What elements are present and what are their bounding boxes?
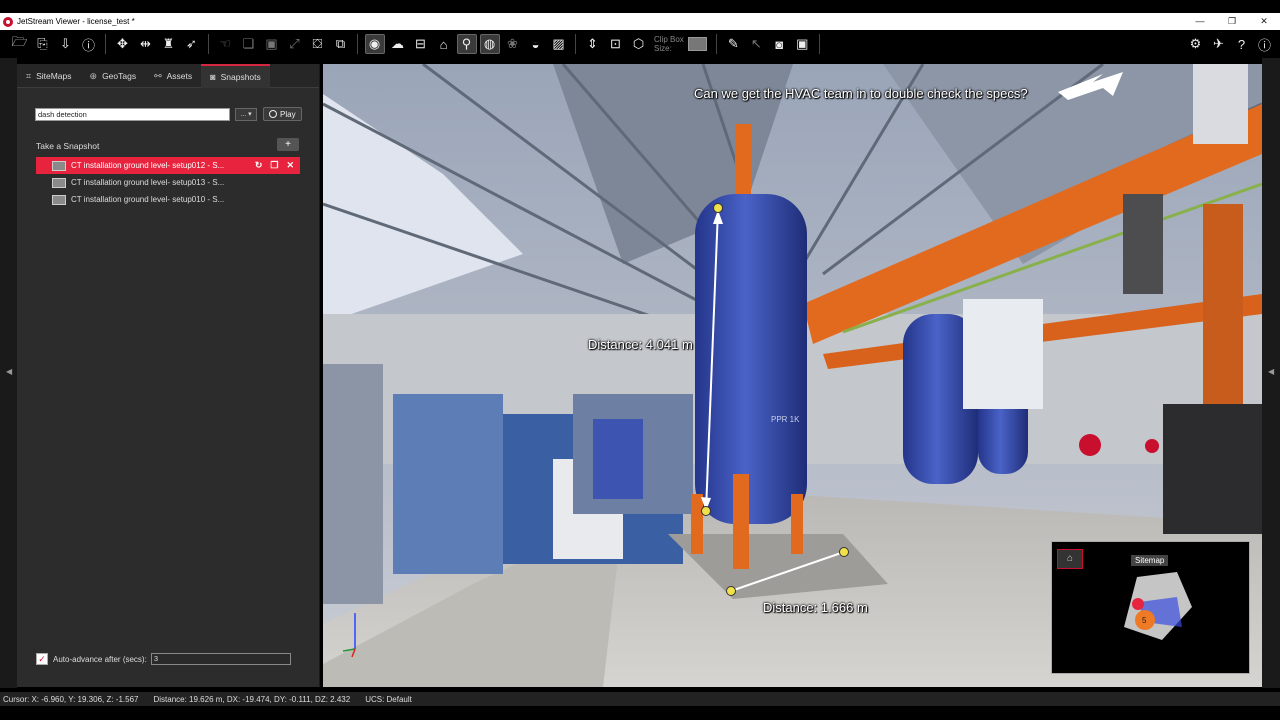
- auto-advance-checkbox[interactable]: ✓: [36, 653, 48, 665]
- snapshot-thumbnail: [52, 160, 66, 171]
- vessel-label: PPR 1K: [771, 415, 800, 424]
- ucs-readout: UCS: Default: [365, 694, 412, 704]
- sidebar-tabs: ⌗ SiteMaps ⊕ GeoTags ⚯ Assets ◙ Snapshots: [17, 64, 319, 88]
- export-icon[interactable]: ⇩: [56, 34, 76, 54]
- cloud-icon[interactable]: ☁: [388, 34, 408, 54]
- gear-icon[interactable]: ⚙: [1186, 34, 1206, 54]
- add-snapshot-button[interactable]: +: [277, 138, 299, 151]
- snapshot-view-icon[interactable]: ◍: [479, 34, 500, 54]
- minimap-marker: 5: [1142, 616, 1147, 625]
- clip-box-size: Clip Box Size:: [654, 35, 707, 53]
- pointer-icon[interactable]: ↖: [746, 34, 766, 54]
- ruler-icon[interactable]: ✎: [723, 34, 743, 54]
- camera-icon[interactable]: ◙: [769, 34, 789, 54]
- measure-icon[interactable]: ⇹: [136, 34, 156, 54]
- collapse-right-icon[interactable]: ◀: [1268, 367, 1274, 376]
- globe-icon: ⊕: [89, 70, 98, 81]
- sitemap-icon: ⌗: [26, 70, 32, 81]
- size-label: Size:: [654, 44, 672, 53]
- snapshot-item[interactable]: CT installation ground level- setup012 -…: [36, 157, 300, 174]
- cursor-readout: Cursor: X: -6.960, Y: 19.306, Z: -1.567: [3, 694, 139, 704]
- snapshot-thumbnail: [52, 194, 66, 205]
- geotag-icon[interactable]: ⚲: [456, 34, 477, 54]
- view-mode-icon[interactable]: ◉: [364, 34, 385, 54]
- clip-icon[interactable]: ⊡: [606, 34, 626, 54]
- info-icon[interactable]: ⓘ: [79, 34, 99, 54]
- snapshot-search-input[interactable]: dash detection: [35, 107, 230, 121]
- take-snapshot-heading: Take a Snapshot: [36, 141, 100, 151]
- camera-icon: ◙: [210, 72, 216, 82]
- height-icon[interactable]: ⇕: [583, 34, 603, 54]
- cube-icon[interactable]: ⛋: [308, 34, 328, 54]
- maximize-button[interactable]: ❐: [1216, 13, 1248, 30]
- annotation-note[interactable]: Can we get the HVAC team in to double ch…: [694, 86, 1028, 101]
- point-cloud-viewport[interactable]: PPR 1K Can we get the HVAC team in to do…: [323, 64, 1262, 687]
- measure-label-vertical[interactable]: Distance: 4.041 m: [588, 337, 693, 352]
- paperclip-icon: ⚯: [154, 70, 162, 81]
- options-dropdown[interactable]: ... ▾: [235, 107, 257, 121]
- title-bar: JetStream Viewer - license_test * — ❐ ✕: [0, 13, 1280, 30]
- move-icon[interactable]: ✥: [113, 34, 133, 54]
- plugin-icon[interactable]: ✈: [1209, 34, 1229, 54]
- distance-readout: Distance: 19.626 m, DX: -19.474, DY: -0.…: [153, 694, 351, 704]
- select-icon[interactable]: ☜: [216, 34, 236, 54]
- color-icon[interactable]: ❀: [503, 34, 523, 54]
- file-icon[interactable]: ⎘: [33, 34, 53, 54]
- right-collapse-gutter[interactable]: ◀: [1262, 58, 1280, 688]
- snapshot-thumbnail: [52, 177, 66, 188]
- clip-box-icon[interactable]: ⬡: [629, 34, 649, 54]
- axis-triad: [343, 613, 356, 658]
- tab-assets[interactable]: ⚯ Assets: [145, 64, 201, 88]
- about-icon[interactable]: ⓘ: [1255, 34, 1275, 54]
- help-icon[interactable]: ?: [1232, 34, 1252, 54]
- bottom-strip: [0, 706, 1280, 720]
- box-icon[interactable]: ▣: [262, 34, 282, 54]
- close-button[interactable]: ✕: [1248, 13, 1280, 30]
- app-logo-icon: [3, 16, 13, 27]
- snapshot-item[interactable]: CT installation ground level- setup010 -…: [36, 191, 300, 208]
- zoom-extents-icon[interactable]: ⤢: [285, 34, 305, 54]
- fly-icon[interactable]: ➶: [182, 34, 202, 54]
- measure-label-horizontal[interactable]: Distance: 1.666 m: [763, 600, 868, 615]
- auto-advance-input[interactable]: 3: [150, 653, 291, 665]
- status-bar: Cursor: X: -6.960, Y: 19.306, Z: -1.567 …: [0, 692, 1280, 706]
- layers-icon[interactable]: ❏: [239, 34, 259, 54]
- delete-icon[interactable]: ✕: [286, 160, 294, 171]
- slice-icon[interactable]: ⊟: [411, 34, 431, 54]
- minimap-map: 5: [1124, 572, 1192, 640]
- play-icon: [269, 110, 277, 118]
- clip-size-field[interactable]: [687, 37, 707, 51]
- folder-open-icon[interactable]: 🗁: [10, 34, 30, 54]
- image-icon[interactable]: ▨: [549, 34, 569, 54]
- auto-advance-label: Auto-advance after (secs):: [53, 654, 147, 664]
- play-button[interactable]: Play: [263, 107, 302, 121]
- sitemap-icon[interactable]: ⌂: [434, 34, 454, 54]
- sitemap-minimap[interactable]: ⌂ Sitemap 5: [1051, 541, 1250, 674]
- person-walk-icon[interactable]: ♜: [159, 34, 179, 54]
- half-circle-icon[interactable]: ◒: [526, 34, 546, 54]
- snapshot-item[interactable]: CT installation ground level- setup013 -…: [36, 174, 300, 191]
- minimize-button[interactable]: —: [1184, 13, 1216, 30]
- view-cube-icon[interactable]: ⧉: [331, 34, 351, 54]
- collapse-left-icon[interactable]: ◀: [6, 367, 12, 376]
- duplicate-icon[interactable]: ❐: [270, 160, 278, 171]
- window-title: JetStream Viewer - license_test *: [17, 17, 135, 26]
- auto-advance-row: ✓ Auto-advance after (secs): 3: [36, 653, 291, 665]
- sidebar-panel: ⌗ SiteMaps ⊕ GeoTags ⚯ Assets ◙ Snapshots da…: [17, 64, 320, 687]
- main-toolbar: 🗁 ⎘ ⇩ ⓘ ✥ ⇹ ♜ ➶ ☜ ❏ ▣ ⤢ ⛋ ⧉ ◉ ☁ ⊟ ⌂ ⚲ ◍ …: [0, 30, 1280, 58]
- refresh-icon[interactable]: ↻: [255, 160, 263, 171]
- snapshot-list: CT installation ground level- setup012 -…: [36, 157, 300, 208]
- video-icon[interactable]: ▣: [792, 34, 812, 54]
- tab-geotags[interactable]: ⊕ GeoTags: [81, 64, 146, 88]
- tab-sitemaps[interactable]: ⌗ SiteMaps: [17, 64, 81, 88]
- clip-box-label: Clip Box: [654, 35, 684, 44]
- left-collapse-gutter[interactable]: ◀: [0, 58, 17, 688]
- tab-snapshots[interactable]: ◙ Snapshots: [201, 64, 270, 88]
